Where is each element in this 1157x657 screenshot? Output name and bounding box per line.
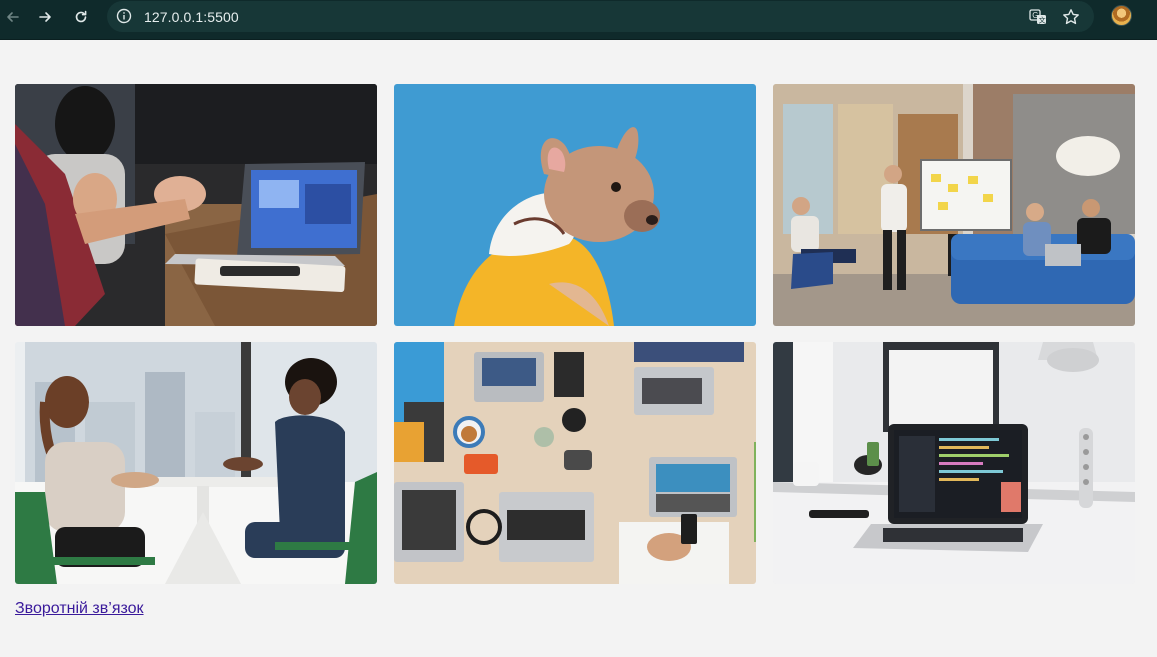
gallery-image-laptop-desk[interactable] — [773, 342, 1135, 584]
forward-arrow-icon[interactable] — [32, 6, 58, 28]
back-arrow-icon[interactable] — [0, 6, 26, 28]
gallery-image-two-women[interactable] — [15, 342, 377, 584]
browser-toolbar: 127.0.0.1:5500 G文 — [0, 0, 1157, 40]
profile-avatar[interactable] — [1111, 5, 1132, 26]
feedback-link[interactable]: Зворотній зв’язок — [15, 600, 144, 618]
gallery-image-office-meeting[interactable] — [15, 84, 377, 326]
site-info-icon[interactable] — [116, 8, 132, 24]
star-icon[interactable] — [1061, 7, 1081, 27]
svg-text:文: 文 — [1039, 15, 1046, 24]
gallery-image-desk-top-view[interactable] — [394, 342, 756, 584]
reload-icon[interactable] — [68, 6, 94, 28]
gallery-image-team-presentation[interactable] — [773, 84, 1135, 326]
gallery-image-bulldog[interactable] — [394, 84, 756, 326]
address-bar[interactable]: 127.0.0.1:5500 G文 — [107, 1, 1094, 32]
translate-icon[interactable]: G文 — [1028, 7, 1048, 27]
url-text[interactable]: 127.0.0.1:5500 — [144, 9, 239, 25]
